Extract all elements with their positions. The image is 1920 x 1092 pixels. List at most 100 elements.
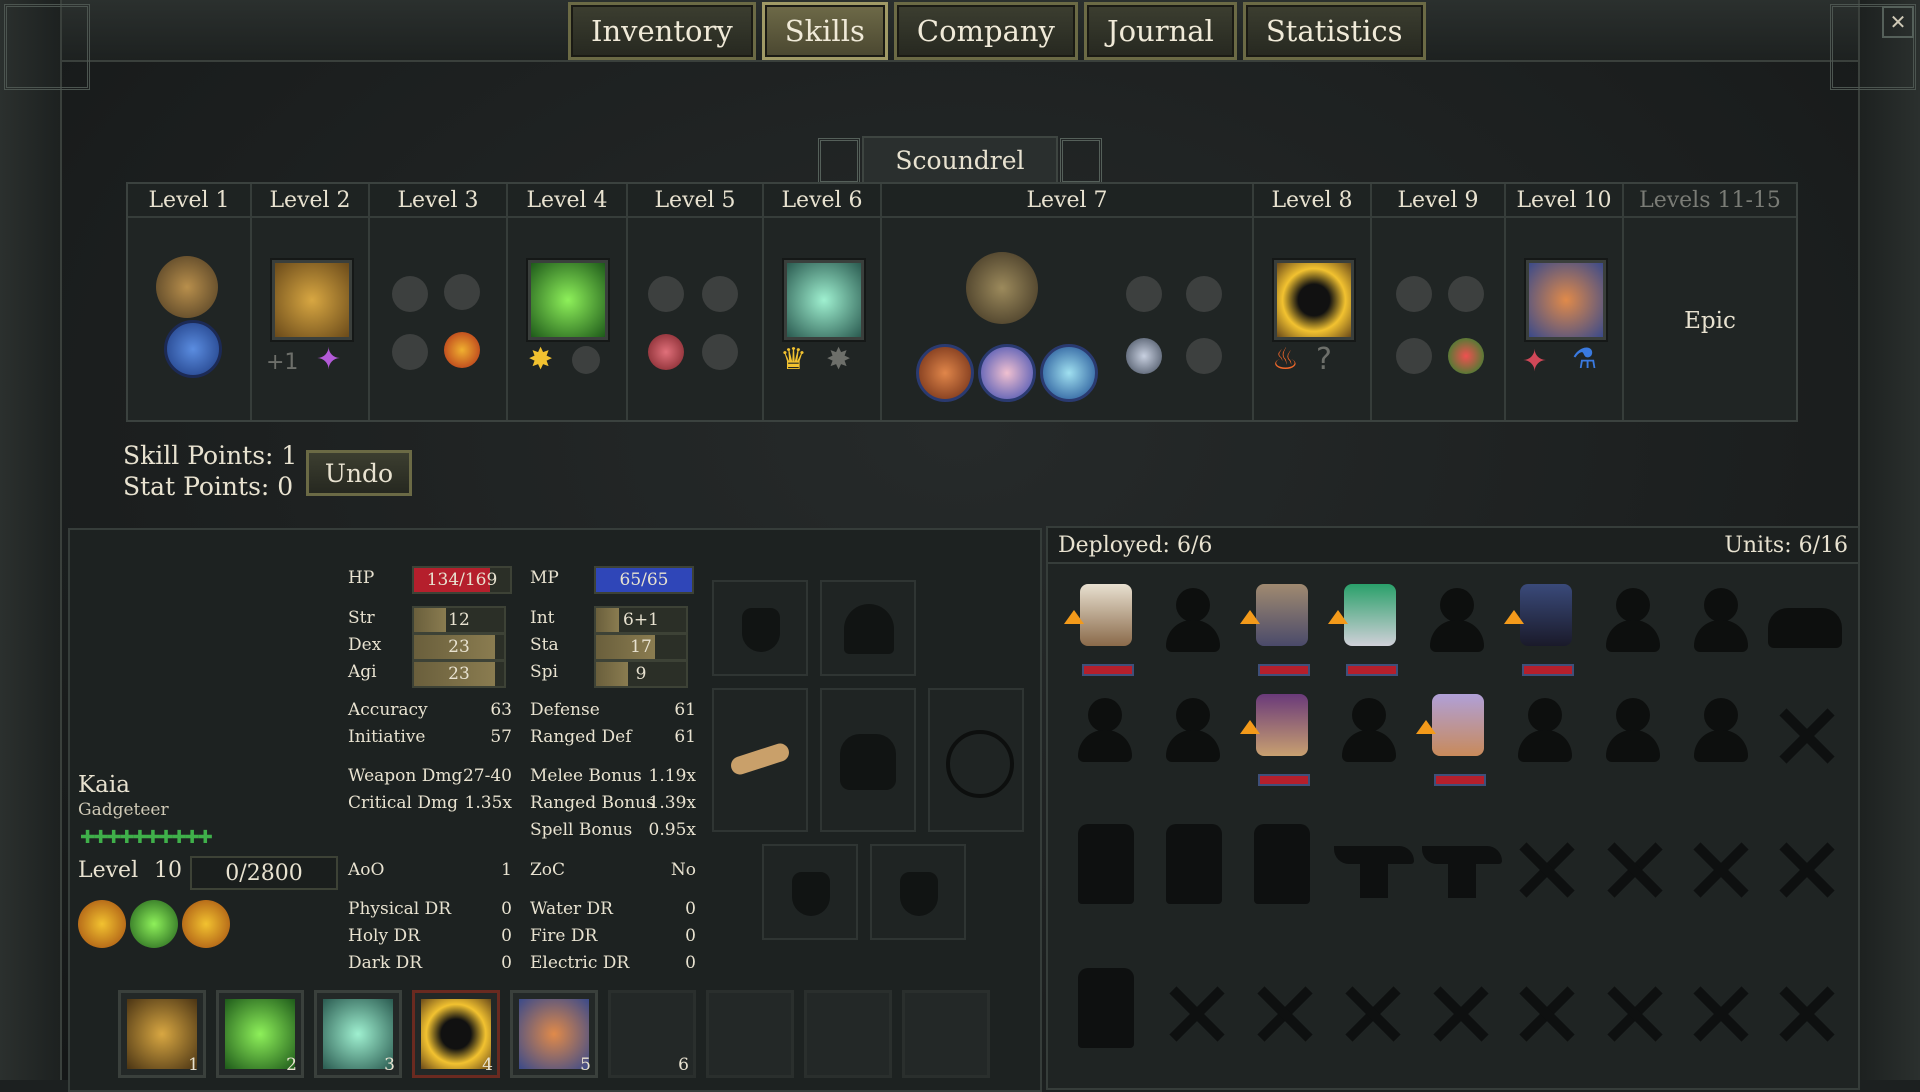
hotbar-slot[interactable]: 3 xyxy=(314,990,402,1078)
unit-slot-deployed[interactable] xyxy=(1240,690,1316,786)
unit-slot-deployed[interactable] xyxy=(1240,580,1316,676)
locked-skill-icon[interactable] xyxy=(1186,276,1222,312)
skull-locked-icon[interactable] xyxy=(444,274,480,310)
unit-slot-empty[interactable] xyxy=(1070,690,1140,770)
bed-slot-icon[interactable] xyxy=(1078,824,1134,904)
gadgeteer-ultimate-skill-icon[interactable] xyxy=(1526,260,1606,340)
deployed-count: Deployed: 6/6 xyxy=(1058,532,1213,558)
hotbar-slot[interactable]: 1 xyxy=(118,990,206,1078)
burst-locked-icon[interactable]: ✸ xyxy=(826,342,851,377)
hotbar-slot[interactable] xyxy=(902,990,990,1078)
question-locked-icon[interactable]: ? xyxy=(1316,342,1332,377)
rage-skill-icon[interactable] xyxy=(648,334,684,370)
fire-fist-skill-icon[interactable] xyxy=(444,332,480,368)
group-locked-icon[interactable] xyxy=(702,276,738,312)
str-label: Str xyxy=(348,608,375,628)
aoo-value: 1 xyxy=(501,860,512,880)
star-gold-icon[interactable]: ✸ xyxy=(528,342,553,377)
level-header: Level 5 xyxy=(628,184,762,218)
skull-locked-icon[interactable] xyxy=(648,276,684,312)
shield-locked-icon[interactable] xyxy=(1396,338,1432,374)
equipment-slot-armor[interactable] xyxy=(820,688,916,832)
sparkle-purple-icon[interactable]: ✦ xyxy=(316,342,341,377)
locked-slot-x-icon xyxy=(1254,984,1314,1044)
bed-slot-icon[interactable] xyxy=(1254,824,1310,904)
unit-slot-empty[interactable] xyxy=(1598,580,1668,660)
equipment-slot-helmet[interactable] xyxy=(820,580,916,676)
unit-slot-deployed[interactable] xyxy=(1064,580,1140,676)
buff-icon[interactable] xyxy=(78,900,126,948)
character-class: Gadgeteer xyxy=(78,800,169,820)
locked-skill-icon[interactable] xyxy=(572,346,600,374)
hotbar-slot[interactable]: 6 xyxy=(608,990,696,1078)
equipment-slot-trinket[interactable] xyxy=(870,844,966,940)
skill-column-level-6: Level 6 ♛ ✸ xyxy=(764,184,882,420)
unit-slot-deployed[interactable] xyxy=(1416,690,1492,786)
buff-icon[interactable] xyxy=(130,900,178,948)
plus-one-icon[interactable]: +1 xyxy=(266,350,298,375)
unit-slot-empty[interactable] xyxy=(1598,690,1668,770)
tab-statistics[interactable]: Statistics xyxy=(1242,2,1426,60)
tab-company[interactable]: Company xyxy=(893,2,1078,60)
level-header: Level 6 xyxy=(764,184,880,218)
hotbar-slot[interactable]: 4 xyxy=(412,990,500,1078)
unit-slot-deployed[interactable] xyxy=(1328,580,1404,676)
equipment-slot-shield[interactable] xyxy=(928,688,1024,832)
unit-slot-empty[interactable] xyxy=(1510,690,1580,770)
hotbar-slot[interactable] xyxy=(804,990,892,1078)
skull-locked-icon[interactable] xyxy=(1396,276,1432,312)
locked-skill-icon[interactable] xyxy=(702,334,738,370)
big-bomb-skill-icon[interactable] xyxy=(1274,260,1354,340)
equipment-slot-accessory[interactable] xyxy=(712,580,808,676)
flask-blue-icon[interactable]: ⚗ xyxy=(1572,342,1597,375)
unit-portrait xyxy=(1520,584,1572,646)
undo-button[interactable]: Undo xyxy=(306,450,412,496)
dynamite-skill-icon[interactable] xyxy=(1448,338,1484,374)
hotbar-slot[interactable]: 2 xyxy=(216,990,304,1078)
unit-slot-locked-wagon[interactable] xyxy=(1764,580,1848,660)
pouch-skill-icon[interactable] xyxy=(916,344,974,402)
unit-slot-empty[interactable] xyxy=(1686,690,1756,770)
unit-slot-empty[interactable] xyxy=(1422,580,1492,660)
level-header: Level 8 xyxy=(1254,184,1370,218)
unit-slot-empty[interactable] xyxy=(1158,580,1228,660)
skill-column-levels-11-15: Levels 11-15 Epic xyxy=(1624,184,1796,420)
anvil-slot-icon[interactable] xyxy=(1422,838,1502,898)
hotbar-slot[interactable]: 5 xyxy=(510,990,598,1078)
unit-slot-deployed[interactable] xyxy=(1504,580,1580,676)
locked-skill-icon[interactable] xyxy=(1186,338,1222,374)
hotbar-slot[interactable] xyxy=(706,990,794,1078)
buff-icon[interactable] xyxy=(182,900,230,948)
potion-skill-icon[interactable] xyxy=(978,344,1036,402)
dash-skill-icon[interactable] xyxy=(528,260,608,340)
bed-slot-icon[interactable] xyxy=(1078,968,1134,1048)
equipment-slot-weapon[interactable] xyxy=(712,688,808,832)
unit-slot-empty[interactable] xyxy=(1686,580,1756,660)
weapon-item-icon[interactable] xyxy=(728,741,792,777)
fire-icon[interactable]: ♨ xyxy=(1272,342,1299,377)
tab-journal[interactable]: Journal xyxy=(1083,2,1237,60)
bed-slot-icon[interactable] xyxy=(1166,824,1222,904)
int-value: 6+1 xyxy=(623,610,659,630)
hero-skill-icon[interactable] xyxy=(156,256,218,318)
unit-slot-empty[interactable] xyxy=(1158,690,1228,770)
thorn-trap-skill-icon[interactable] xyxy=(784,260,864,340)
locked-skill-icon[interactable] xyxy=(392,334,428,370)
close-icon[interactable]: ✕ xyxy=(1882,6,1914,38)
locked-skill-icon[interactable] xyxy=(1126,276,1162,312)
unit-slot-empty[interactable] xyxy=(1334,690,1404,770)
bomb-toss-skill-icon[interactable] xyxy=(272,260,352,340)
teamwork-skill-icon[interactable] xyxy=(164,320,222,378)
crown-gold-icon[interactable]: ♛ xyxy=(780,342,807,377)
knight-skill-icon[interactable] xyxy=(1126,338,1162,374)
anvil-slot-icon[interactable] xyxy=(1334,838,1414,898)
tab-inventory[interactable]: Inventory xyxy=(568,2,756,60)
werewolf-skill-icon[interactable] xyxy=(966,252,1038,324)
equipment-slot-trinket[interactable] xyxy=(762,844,858,940)
whale-skill-icon[interactable] xyxy=(1040,344,1098,402)
locked-skill-icon[interactable] xyxy=(392,276,428,312)
locked-slot-x-icon xyxy=(1516,984,1576,1044)
wheel-locked-icon[interactable] xyxy=(1448,276,1484,312)
sparkle-red-icon[interactable]: ✦ xyxy=(1522,344,1547,379)
tab-skills[interactable]: Skills xyxy=(761,2,888,60)
